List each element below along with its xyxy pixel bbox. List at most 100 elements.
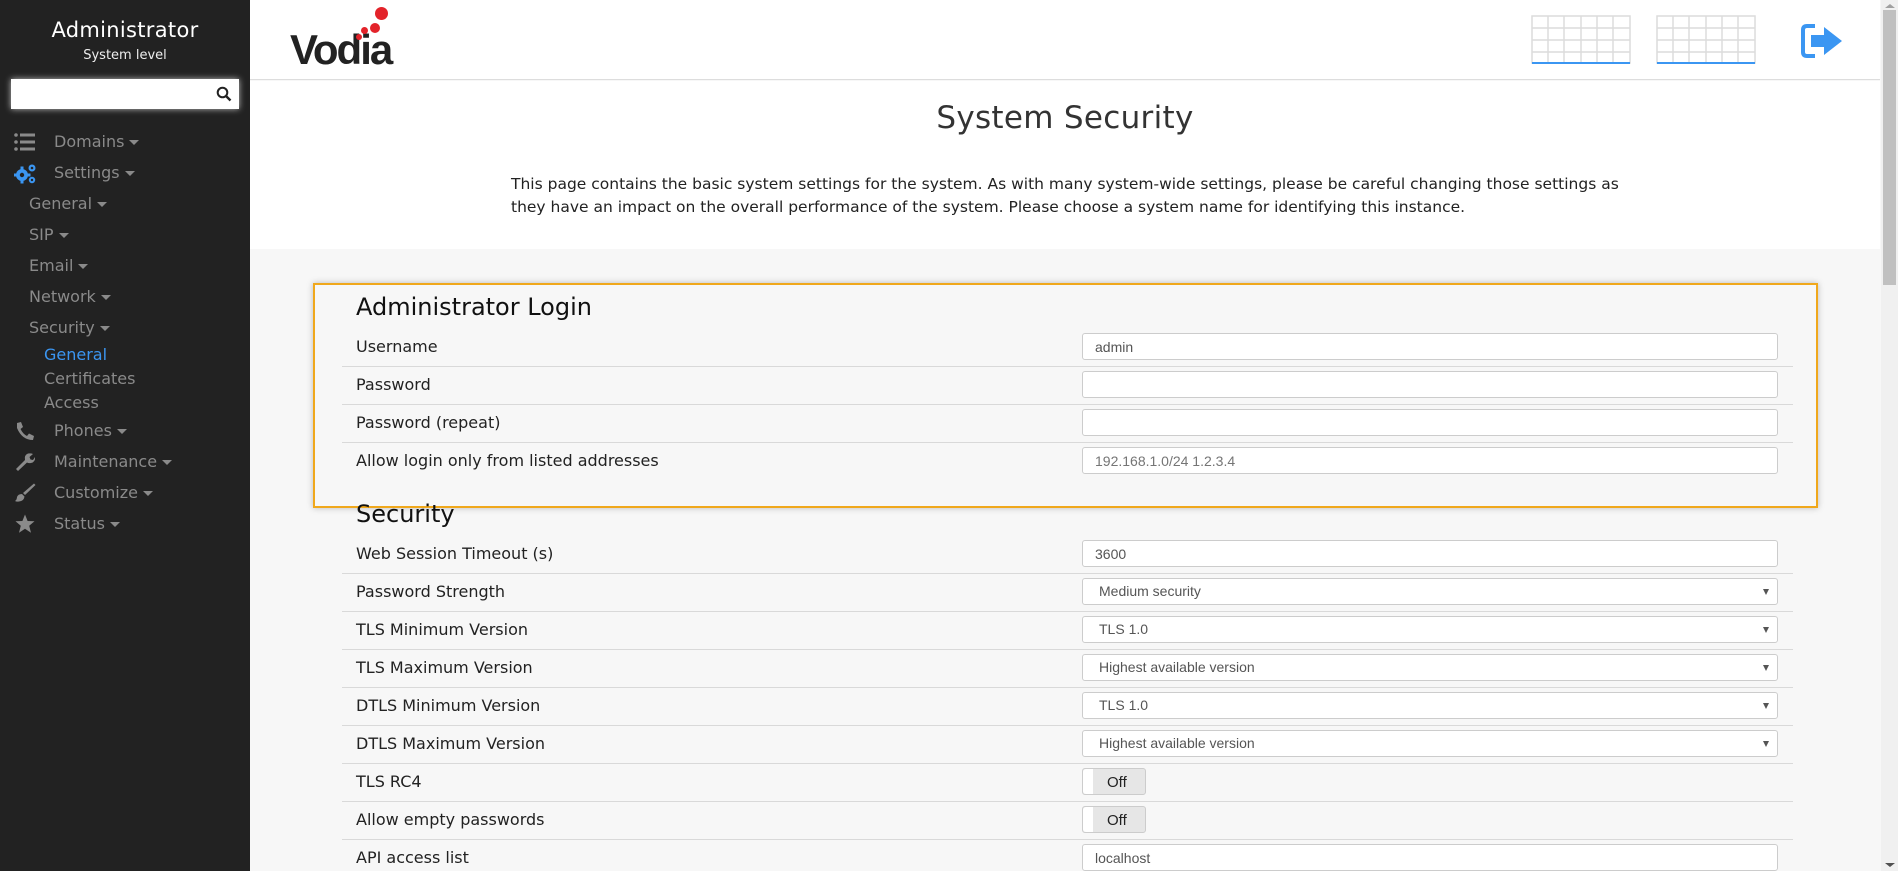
select-value: Highest available version [1099, 735, 1255, 751]
logo-dot [356, 34, 362, 40]
main-content: System Security This page contains the b… [250, 81, 1880, 871]
vodia-logo[interactable]: Vodia [290, 4, 393, 73]
star-icon [14, 514, 36, 534]
sidebar-item-label: Phones [54, 421, 112, 440]
sidebar-item-security-general[interactable]: General [0, 343, 250, 367]
sidebar-item-general[interactable]: General [0, 188, 250, 219]
allow-empty-passwords-toggle[interactable]: Off [1082, 806, 1146, 833]
password-input[interactable] [1082, 371, 1778, 398]
select-value: TLS 1.0 [1099, 697, 1149, 713]
grid-view-button-1[interactable] [1531, 15, 1631, 65]
form-row-password-repeat: Password (repeat) [342, 405, 1793, 443]
sidebar-item-security[interactable]: Security [0, 312, 250, 343]
grid-view-button-2[interactable] [1656, 15, 1756, 65]
sidebar-item-label: General [29, 194, 93, 213]
username-input[interactable] [1082, 333, 1778, 360]
logo-dot [375, 7, 388, 20]
sidebar-item-label: Network [29, 287, 96, 306]
page-description: This page contains the basic system sett… [511, 175, 1619, 216]
intro-panel: System Security This page contains the b… [250, 81, 1880, 249]
toggle-knob [1083, 769, 1093, 794]
sidebar-item-sip[interactable]: SIP [0, 219, 250, 250]
logo-dot [370, 23, 380, 33]
form-row-tls-min: TLS Minimum Version TLS 1.0 [342, 612, 1793, 650]
search-icon[interactable] [213, 83, 235, 105]
toggle-knob [1083, 807, 1093, 832]
scroll-thumb[interactable] [1883, 10, 1896, 285]
caret-down-icon [99, 326, 110, 331]
sidebar-item-maintenance[interactable]: Maintenance [0, 446, 250, 477]
page-scrollbar[interactable] [1881, 0, 1898, 871]
brush-icon [14, 483, 36, 503]
field-label: Username [356, 337, 438, 356]
dropdown-arrow-icon [1763, 703, 1769, 709]
sidebar-item-label: Domains [54, 132, 125, 151]
sidebar-item-domains[interactable]: Domains [0, 126, 250, 157]
search-input[interactable] [17, 81, 213, 107]
dtls-min-version-select[interactable]: TLS 1.0 [1082, 692, 1778, 719]
form-row-web-session-timeout: Web Session Timeout (s) [342, 536, 1793, 574]
dropdown-arrow-icon [1763, 665, 1769, 671]
section-title-admin-login: Administrator Login [356, 293, 592, 321]
sidebar-item-access[interactable]: Access [0, 391, 250, 415]
field-label: Password (repeat) [356, 413, 501, 432]
select-value: Medium security [1099, 583, 1201, 599]
scroll-down-arrow-icon[interactable] [1885, 863, 1895, 867]
field-label: Allow login only from listed addresses [356, 451, 659, 470]
scroll-up-arrow-icon[interactable] [1885, 4, 1895, 8]
sidebar-item-certificates[interactable]: Certificates [0, 367, 250, 391]
sidebar-item-label: Email [29, 256, 74, 275]
password-strength-select[interactable]: Medium security [1082, 578, 1778, 605]
sidebar-item-label: Customize [54, 483, 138, 502]
select-value: TLS 1.0 [1099, 621, 1149, 637]
tls-min-version-select[interactable]: TLS 1.0 [1082, 616, 1778, 643]
logo-dot [361, 27, 368, 34]
field-label: DTLS Maximum Version [356, 734, 546, 753]
sidebar-item-settings[interactable]: Settings [0, 157, 250, 188]
caret-down-icon [78, 264, 89, 269]
field-label: API access list [356, 848, 469, 867]
form-row-dtls-min: DTLS Minimum Version TLS 1.0 [342, 688, 1793, 726]
gears-icon [13, 163, 36, 184]
grid-icon [1531, 15, 1631, 64]
field-label: Password Strength [356, 582, 506, 601]
dropdown-arrow-icon [1763, 741, 1769, 747]
sidebar-item-network[interactable]: Network [0, 281, 250, 312]
sidebar: Administrator System level Domains Setti… [0, 0, 250, 871]
toggle-state: Off [1107, 812, 1127, 829]
sidebar-item-email[interactable]: Email [0, 250, 250, 281]
form-row-tls-rc4: TLS RC4 Off [342, 764, 1793, 802]
form-row-password: Password [342, 367, 1793, 405]
api-access-list-input[interactable] [1082, 844, 1778, 871]
caret-down-icon [97, 202, 108, 207]
sidebar-item-label: SIP [29, 225, 54, 244]
field-label: TLS Maximum Version [356, 658, 533, 677]
sidebar-item-label: Status [54, 514, 105, 533]
sidebar-item-status[interactable]: Status [0, 508, 250, 539]
form-row-api-access-list: API access list [342, 840, 1793, 871]
sidebar-item-phones[interactable]: Phones [0, 415, 250, 446]
sidebar-item-label: Access [44, 393, 99, 412]
dtls-max-version-select[interactable]: Highest available version [1082, 730, 1778, 757]
sidebar-item-label: Certificates [44, 369, 136, 388]
tls-max-version-select[interactable]: Highest available version [1082, 654, 1778, 681]
password-repeat-input[interactable] [1082, 409, 1778, 436]
logout-button[interactable] [1800, 22, 1846, 60]
field-label: Web Session Timeout (s) [356, 544, 554, 563]
caret-down-icon [129, 140, 140, 145]
grid-icon [1656, 15, 1756, 64]
page-title: System Security [936, 100, 1194, 136]
select-value: Highest available version [1099, 659, 1255, 675]
toggle-state: Off [1107, 774, 1127, 791]
logo-text: Vodia [290, 26, 393, 73]
sign-out-icon [1801, 24, 1842, 58]
caret-down-icon [142, 491, 153, 496]
tls-rc4-toggle[interactable]: Off [1082, 768, 1146, 795]
sidebar-item-customize[interactable]: Customize [0, 477, 250, 508]
top-header: Vodia [250, 0, 1880, 80]
caret-down-icon [58, 233, 69, 238]
field-label: TLS Minimum Version [356, 620, 528, 639]
allowed-addresses-input[interactable] [1082, 447, 1778, 474]
web-session-timeout-input[interactable] [1082, 540, 1778, 567]
section-title-security: Security [356, 500, 455, 528]
